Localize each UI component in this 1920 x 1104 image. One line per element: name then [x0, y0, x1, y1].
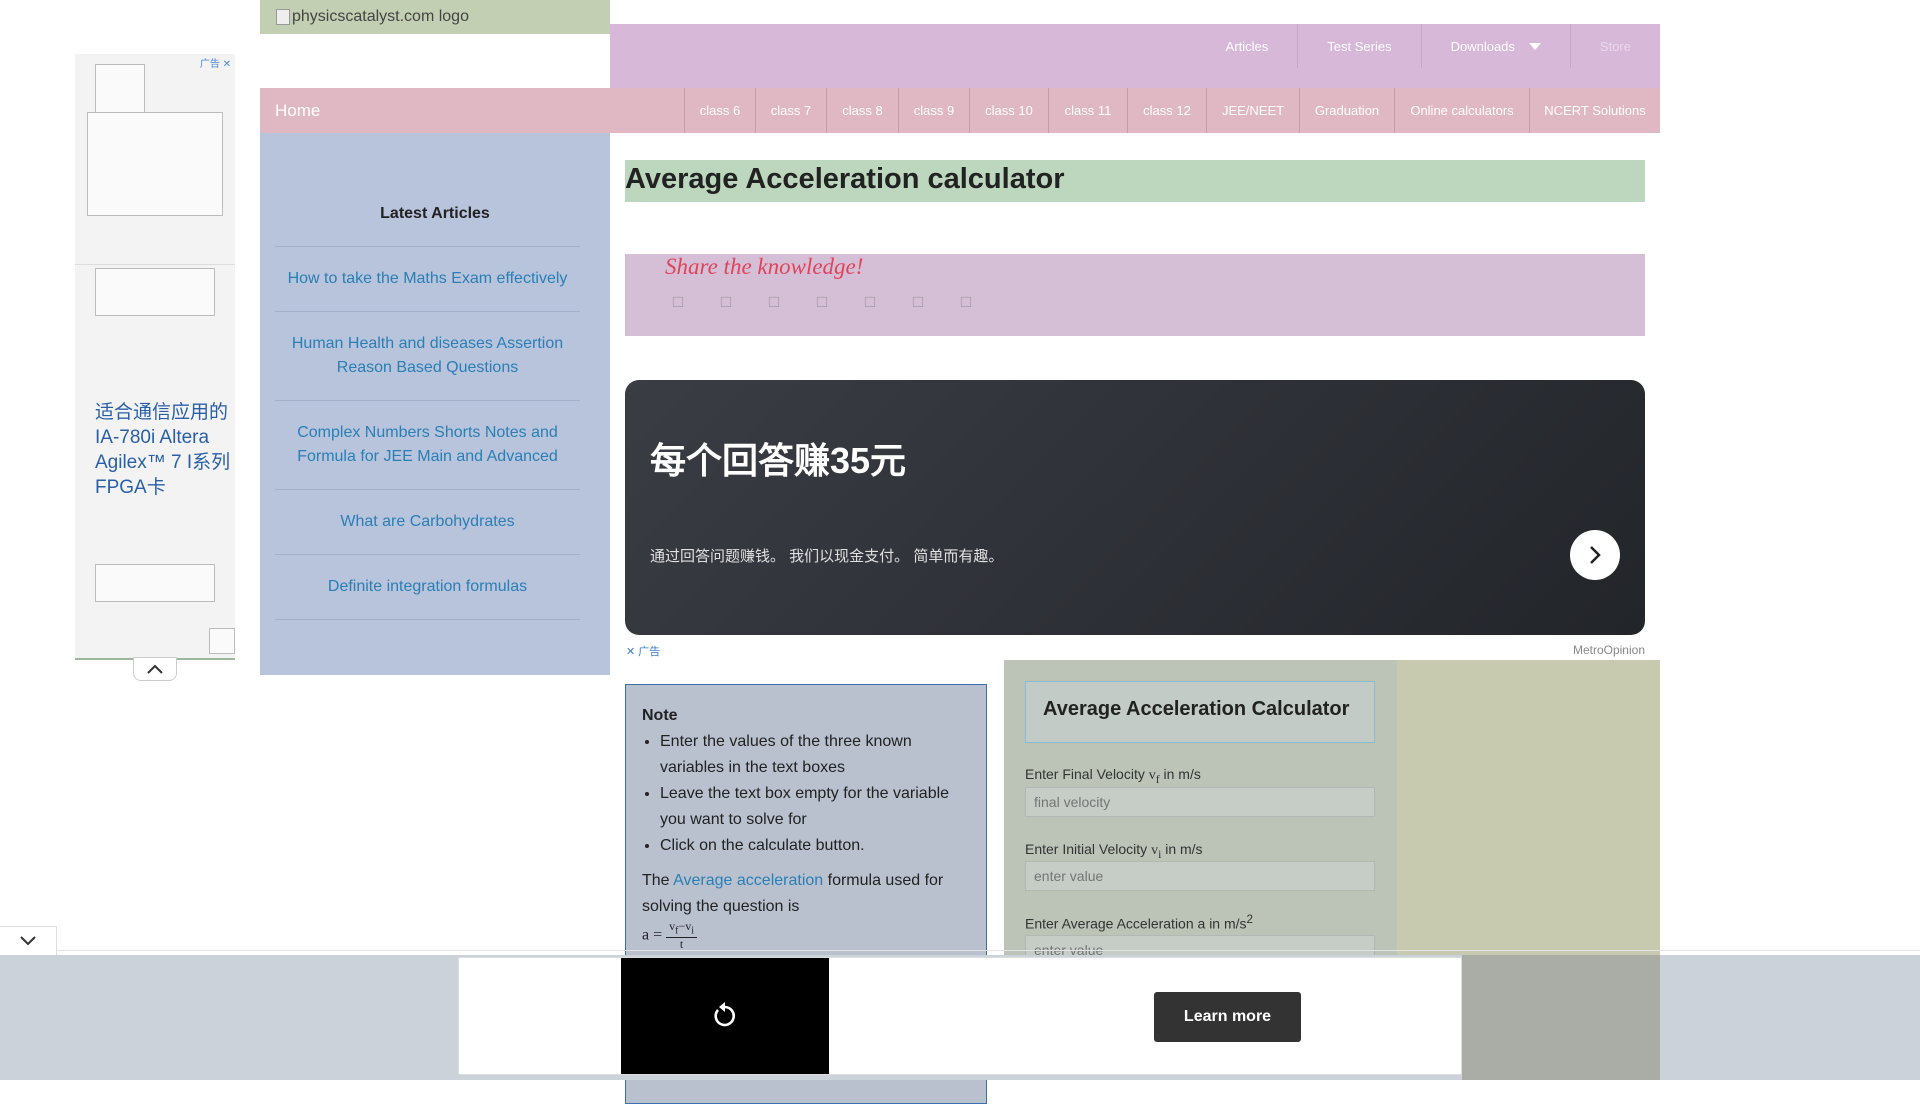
ad-image-placeholder [95, 64, 145, 114]
facebook-icon[interactable]: □ [669, 292, 687, 312]
nav-store[interactable]: Store [1569, 24, 1660, 68]
email-icon[interactable]: □ [957, 292, 975, 312]
class-navigation: class 6 class 7 class 8 class 9 class 10… [684, 88, 1660, 133]
nav-test-series[interactable]: Test Series [1297, 24, 1420, 68]
initial-velocity-input[interactable] [1025, 861, 1375, 891]
chevron-up-icon [147, 664, 163, 674]
bottom-video-ad[interactable]: Learn more [458, 957, 1462, 1075]
nav-articles[interactable]: Articles [1197, 24, 1298, 68]
article-link[interactable]: How to take the Maths Exam effectively [275, 247, 580, 312]
logo-alt-text: physicscatalyst.com logo [292, 8, 469, 25]
home-link[interactable]: Home [275, 101, 320, 121]
ad-divider [75, 264, 235, 265]
site-logo[interactable]: physicscatalyst.com logo [260, 0, 610, 34]
promo-ad-card[interactable]: 每个回答赚35元 通过回答问题赚钱。 我们以现金支付。 简单而有趣。 [625, 380, 1645, 635]
bottom-overlay-right-strip [1462, 955, 1660, 1080]
ad-image-placeholder [209, 628, 235, 654]
page-title-bar: Average Acceleration calculator [625, 160, 1645, 202]
linkedin-icon[interactable]: □ [765, 292, 783, 312]
nav-class-6[interactable]: class 6 [684, 88, 755, 133]
promo-ad-next-button[interactable] [1570, 530, 1620, 580]
average-acceleration-link[interactable]: Average acceleration [673, 872, 823, 889]
article-link[interactable]: Definite integration formulas [275, 555, 580, 620]
ad-badge[interactable]: 广告 ✕ [200, 55, 231, 70]
nav-class-9[interactable]: class 9 [898, 88, 969, 133]
nav-online-calculators[interactable]: Online calculators [1394, 88, 1529, 133]
latest-articles-sidebar: Latest Articles How to take the Maths Ex… [260, 133, 610, 675]
note-title: Note [642, 707, 678, 724]
replay-icon[interactable] [710, 1001, 740, 1031]
caret-down-icon [1528, 42, 1541, 50]
nav-downloads-label: Downloads [1450, 38, 1515, 54]
left-sidebar-ad[interactable]: 广告 ✕ 适合通信应用的IA-780i Altera Agilex™ 7 I系列… [75, 54, 235, 660]
share-box: Share the knowledge! □ □ □ □ □ □ □ [625, 254, 1645, 336]
formula-numerator: vf−vi [666, 919, 698, 939]
pinterest-icon[interactable]: □ [813, 292, 831, 312]
home-nav[interactable]: Home [260, 88, 684, 133]
page-title: Average Acceleration calculator [625, 163, 1065, 195]
note-bullet: Enter the values of the three known vari… [660, 729, 970, 781]
nav-class-8[interactable]: class 8 [826, 88, 898, 133]
ad-brand[interactable]: MetroOpinion [1560, 643, 1645, 657]
twitter-icon[interactable]: □ [717, 292, 735, 312]
calculator-title: Average Acceleration Calculator [1043, 698, 1350, 720]
formula-text: The Average acceleration formula used fo… [642, 868, 970, 920]
reddit-icon[interactable]: □ [909, 292, 927, 312]
ad-video[interactable] [621, 958, 829, 1074]
chevron-right-icon [1590, 546, 1601, 564]
formula-intro: The [642, 872, 670, 889]
share-label: Share the knowledge! [665, 254, 864, 279]
sidebar-title: Latest Articles [380, 205, 490, 222]
chevron-down-icon [20, 936, 36, 946]
ad-image-placeholder [87, 112, 223, 216]
initial-velocity-label: Enter Initial Velocity vi in m/s [1025, 841, 1203, 861]
nav-class-12[interactable]: class 12 [1127, 88, 1206, 133]
article-link[interactable]: What are Carbohydrates [275, 490, 580, 555]
ad-badge-label: 广告 [638, 646, 661, 658]
note-bullet: Click on the calculate button. [660, 833, 970, 859]
nav-class-11[interactable]: class 11 [1048, 88, 1127, 133]
learn-more-button[interactable]: Learn more [1154, 992, 1301, 1042]
formula-lhs: a = [642, 926, 663, 944]
article-link[interactable]: Human Health and diseases Assertion Reas… [275, 312, 580, 401]
ad-image-placeholder [95, 564, 215, 602]
collapse-ad-button[interactable] [133, 657, 177, 681]
promo-ad-subtext: 通过回答问题赚钱。 我们以现金支付。 简单而有趣。 [650, 548, 1004, 565]
final-velocity-input[interactable] [1025, 787, 1375, 817]
article-link[interactable]: Complex Numbers Shorts Notes and Formula… [275, 401, 580, 490]
nav-class-7[interactable]: class 7 [755, 88, 826, 133]
nav-jee-neet[interactable]: JEE/NEET [1206, 88, 1299, 133]
ad-text[interactable]: 适合通信应用的IA-780i Altera Agilex™ 7 I系列FPGA卡 [95, 400, 231, 500]
overlay-divider [56, 950, 1920, 951]
whatsapp-icon[interactable]: □ [861, 292, 879, 312]
promo-ad-headline: 每个回答赚35元 [650, 440, 907, 481]
ad-choices-badge[interactable]: ✕ 广告 [626, 643, 660, 659]
nav-ncert-solutions[interactable]: NCERT Solutions [1529, 88, 1660, 133]
nav-downloads[interactable]: Downloads [1420, 24, 1570, 68]
calculator-title-box: Average Acceleration Calculator [1025, 681, 1375, 743]
formula: a = vf−vi t [642, 919, 970, 951]
nav-class-10[interactable]: class 10 [969, 88, 1048, 133]
final-velocity-label: Enter Final Velocity vf in m/s [1025, 766, 1201, 786]
broken-image-icon [276, 9, 290, 25]
collapse-bottom-ad-button[interactable] [0, 926, 57, 956]
ad-image-placeholder [95, 268, 215, 316]
acceleration-label: Enter Average Acceleration a in m/s2 [1025, 913, 1254, 932]
nav-graduation[interactable]: Graduation [1299, 88, 1394, 133]
top-navigation: Articles Test Series Downloads Store [610, 24, 1660, 88]
note-bullet: Leave the text box empty for the variabl… [660, 781, 970, 833]
